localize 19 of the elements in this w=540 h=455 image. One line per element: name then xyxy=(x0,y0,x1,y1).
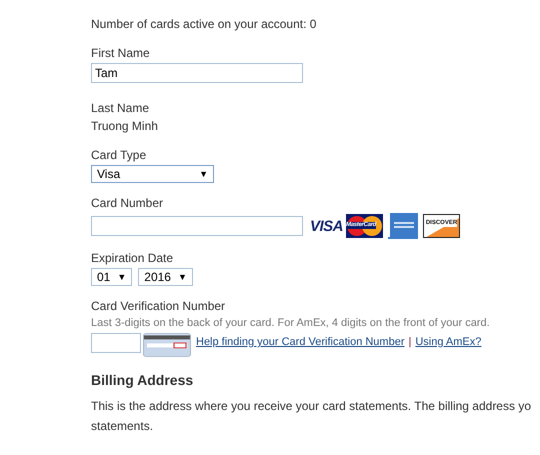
visa-logo: VISA xyxy=(310,218,344,234)
field-label: Expiration Date xyxy=(91,251,174,265)
link-separator: | xyxy=(408,336,412,348)
expiration-select[interactable]: 01 ▼ xyxy=(91,268,132,286)
cvn-hint: Last 3-digits on the back of your card. For AmEx, 4 digits on the front of your card. xyxy=(91,316,491,330)
first-name-field[interactable]: Tam xyxy=(91,63,303,83)
field-label: Card Number xyxy=(91,196,164,210)
expiration-select[interactable]: 2016 ▼ xyxy=(138,268,193,286)
field-label: Card Type xyxy=(91,148,148,162)
help-link[interactable]: Help finding your Card Verification Number xyxy=(196,336,404,348)
field-label: Card Verification Number xyxy=(91,299,226,313)
active-cards-note: Number of cards active on your account: 0 xyxy=(91,16,318,32)
amex-link[interactable]: Using AmEx? xyxy=(415,336,482,348)
section-heading: Billing Address xyxy=(91,371,194,389)
billing-description: This is the address where you receive your card statements. The billing address yo statements. xyxy=(91,398,532,435)
field-label: Last Name xyxy=(91,101,150,115)
field-label: First Name xyxy=(91,46,151,60)
last-name-value: Truong Minh xyxy=(91,118,159,134)
card-type-select[interactable]: Visa ▼ xyxy=(91,165,214,183)
